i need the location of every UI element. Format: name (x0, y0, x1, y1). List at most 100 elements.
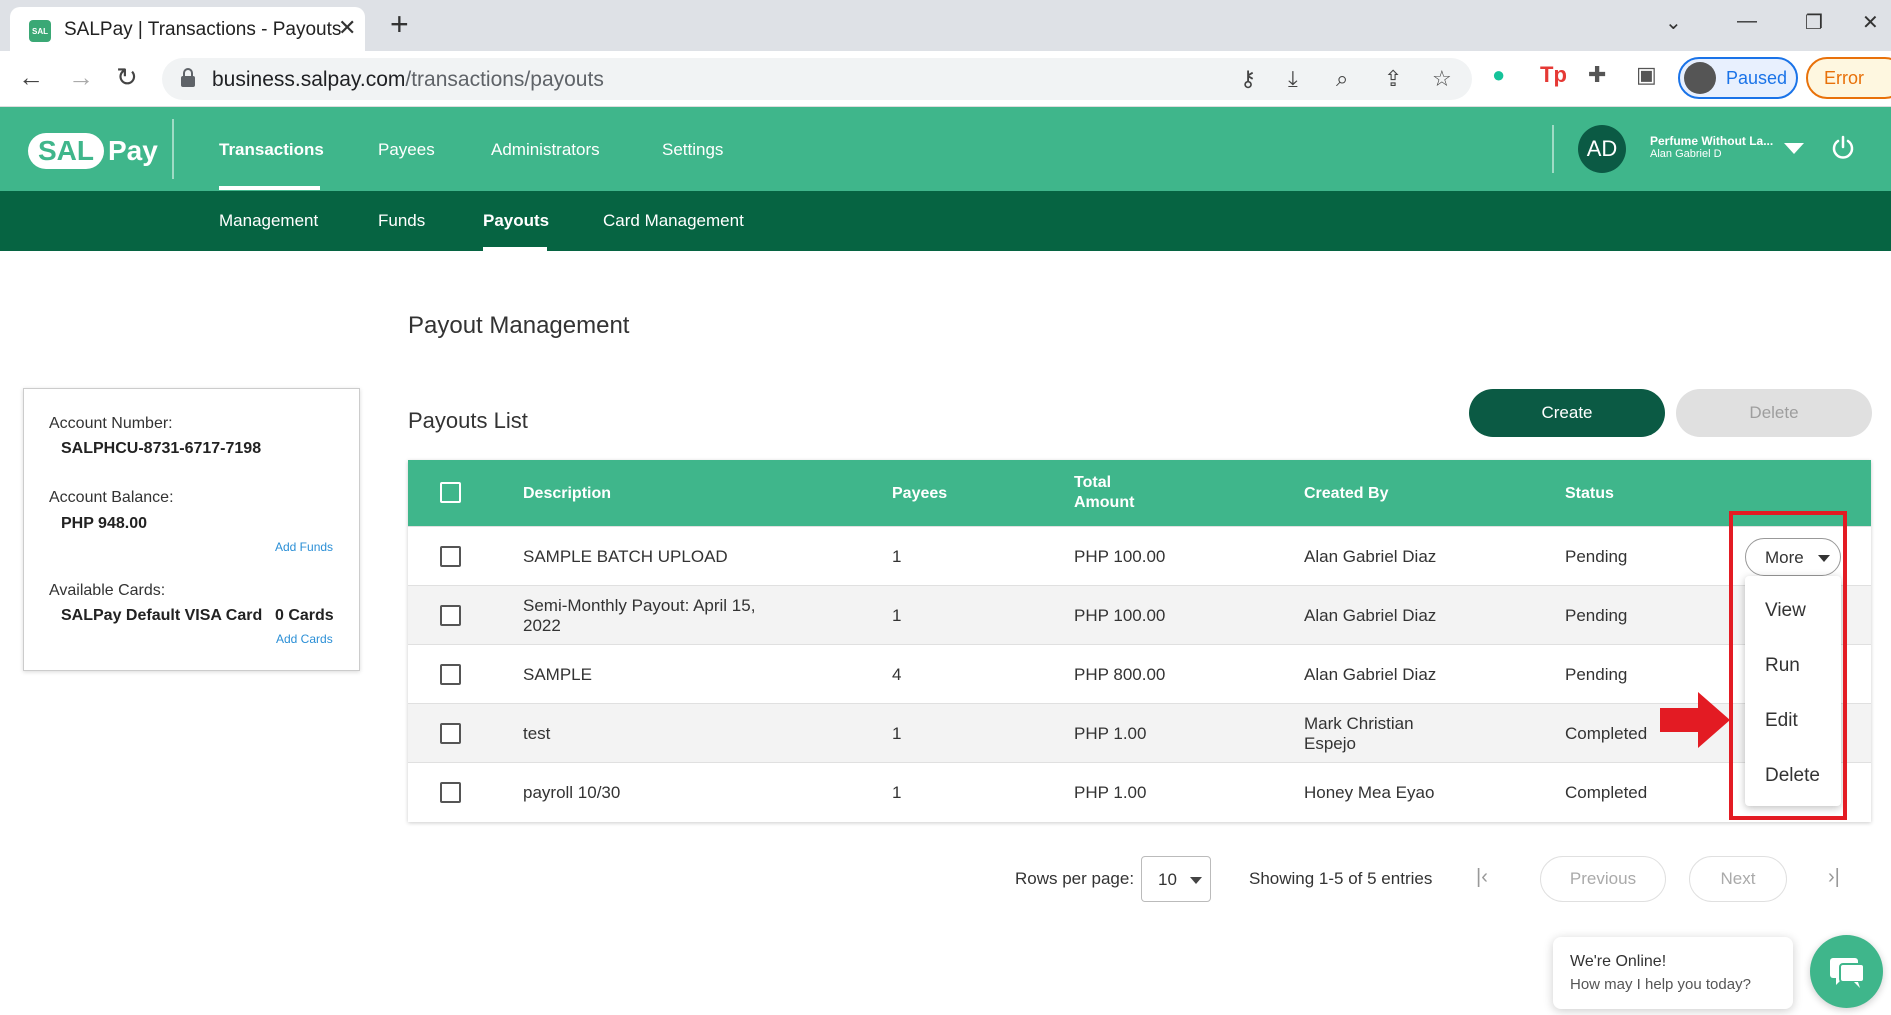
browser-tab[interactable]: SAL SALPay | Transactions - Payouts ✕ (10, 7, 365, 51)
row-checkbox[interactable] (440, 782, 461, 803)
grammarly-icon[interactable]: ● (1492, 62, 1505, 88)
nav-administrators[interactable]: Administrators (491, 140, 600, 160)
tab-close-icon[interactable]: ✕ (338, 15, 356, 41)
row-payees: 1 (892, 724, 902, 743)
table-row[interactable]: test 1 PHP 1.00 Mark Christian Espejo Co… (408, 703, 1871, 762)
row-description: test (523, 724, 551, 743)
forward-icon[interactable]: → (68, 62, 94, 93)
entries-summary: Showing 1-5 of 5 entries (1249, 869, 1433, 888)
add-funds-link[interactable]: Add Funds (275, 540, 333, 554)
side-panel-icon[interactable]: ▣ (1636, 62, 1657, 88)
rows-per-page-label: Rows per page: (1015, 869, 1135, 888)
row-status: Completed (1565, 724, 1648, 743)
card-count: 0 Cards (275, 607, 334, 624)
subnav-funds[interactable]: Funds (378, 211, 425, 231)
user-divider (1552, 125, 1554, 173)
row-description-line1: Semi-Monthly Payout: April 15, (523, 596, 756, 615)
page-title: Payout Management (408, 312, 630, 339)
user-org-name: Perfume Without La... (1650, 134, 1774, 148)
available-cards-label: Available Cards: (49, 582, 166, 599)
bookmark-star-icon[interactable]: ☆ (1432, 66, 1452, 92)
salpay-logo[interactable]: SAL Pay (28, 129, 158, 173)
subnav-payouts[interactable]: Payouts (483, 211, 549, 231)
sub-nav-bar: Management Funds Payouts Card Management (0, 191, 1891, 251)
add-cards-link[interactable]: Add Cards (276, 632, 333, 646)
tab-search-chevron-icon[interactable]: ⌄ (1665, 10, 1682, 35)
row-created-by: Alan Gabriel Diaz (1304, 665, 1437, 684)
row-created-by: Mark Christian Espejo (1304, 714, 1414, 754)
account-number: SALPHCU-8731-6717-7198 (61, 440, 262, 457)
row-status: Pending (1565, 606, 1628, 625)
profile-button[interactable]: Paused (1678, 57, 1798, 99)
reload-icon[interactable]: ↻ (116, 62, 138, 93)
select-all-checkbox[interactable] (440, 482, 461, 503)
address-bar[interactable]: business.salpay.com/transactions/payouts… (162, 58, 1472, 100)
extensions-puzzle-icon[interactable]: ✚ (1588, 62, 1606, 88)
key-icon[interactable]: ⚷ (1240, 66, 1256, 92)
new-tab-icon[interactable]: + (390, 6, 409, 43)
card-name: SALPay Default VISA Card (61, 607, 263, 624)
subnav-card-management[interactable]: Card Management (603, 211, 744, 231)
app-header: SAL Pay Transactions Payees Administrato… (0, 107, 1891, 191)
power-icon[interactable] (1830, 135, 1856, 161)
table-row[interactable]: payroll 10/30 1 PHP 1.00 Honey Mea Eyao … (408, 762, 1871, 821)
row-description: SAMPLE BATCH UPLOAD (523, 547, 728, 566)
url-text: business.salpay.com/transactions/payouts (212, 68, 604, 91)
chat-icon (1830, 958, 1865, 988)
back-icon[interactable]: ← (18, 62, 44, 93)
rows-per-page-value: 10 (1158, 870, 1177, 889)
annotation-arrow-icon (1660, 692, 1730, 748)
delete-button[interactable]: Delete (1676, 389, 1872, 437)
share-icon[interactable]: ⇪ (1384, 66, 1402, 92)
previous-button[interactable]: Previous (1540, 856, 1666, 902)
profile-status-label: Paused (1726, 68, 1788, 88)
nav-transactions[interactable]: Transactions (219, 140, 324, 160)
error-label: Error (1824, 68, 1864, 88)
next-button[interactable]: Next (1689, 856, 1787, 902)
table-row[interactable]: Semi-Monthly Payout: April 15, 2022 1 PH… (408, 585, 1871, 644)
install-icon[interactable]: ⤓ (1288, 66, 1298, 92)
close-window-icon[interactable]: ✕ (1862, 10, 1879, 35)
logo-pay-text: Pay (108, 135, 158, 166)
table-row[interactable]: SAMPLE 4 PHP 800.00 Alan Gabriel Diaz Pe… (408, 644, 1871, 703)
header-created-by[interactable]: Created By (1304, 484, 1388, 504)
rows-per-page-select[interactable]: 10 (1141, 856, 1211, 902)
zoom-icon[interactable]: ⌕ (1336, 66, 1348, 92)
header-description[interactable]: Description (523, 484, 611, 504)
header-payees[interactable]: Payees (892, 484, 947, 504)
header-total-line1: Total (1074, 474, 1112, 491)
lock-icon (181, 68, 195, 87)
row-amount: PHP 100.00 (1074, 606, 1166, 625)
user-menu-caret-icon[interactable] (1784, 143, 1804, 154)
chat-launcher-button[interactable] (1810, 935, 1883, 1008)
error-button[interactable]: Error (1806, 57, 1891, 99)
last-page-icon[interactable]: ›| (1828, 866, 1840, 889)
row-checkbox[interactable] (440, 605, 461, 626)
active-subnav-indicator (483, 247, 547, 251)
subnav-management[interactable]: Management (219, 211, 318, 231)
row-amount: PHP 1.00 (1074, 783, 1147, 802)
header-total-amount[interactable]: Total Amount (1074, 473, 1134, 513)
row-checkbox[interactable] (440, 664, 461, 685)
tp-extension-icon[interactable]: Tp (1540, 62, 1567, 88)
first-page-icon[interactable]: |‹ (1476, 866, 1488, 889)
row-created-by: Alan Gabriel Diaz (1304, 606, 1437, 625)
create-button[interactable]: Create (1469, 389, 1665, 437)
restore-icon[interactable]: ❐ (1805, 10, 1823, 35)
chat-greeting-bubble[interactable]: We're Online! How may I help you today? (1553, 937, 1793, 1009)
header-status[interactable]: Status (1565, 484, 1614, 504)
table-row[interactable]: SAMPLE BATCH UPLOAD 1 PHP 100.00 Alan Ga… (408, 526, 1871, 585)
row-checkbox[interactable] (440, 723, 461, 744)
user-avatar[interactable]: AD (1578, 125, 1626, 173)
browser-tab-strip: SAL SALPay | Transactions - Payouts ✕ + … (0, 0, 1891, 51)
row-description: Semi-Monthly Payout: April 15, 2022 (523, 596, 755, 636)
header-divider (172, 119, 174, 179)
row-description-line2: 2022 (523, 616, 561, 635)
row-status: Completed (1565, 783, 1648, 802)
row-payees: 1 (892, 547, 902, 566)
row-checkbox[interactable] (440, 546, 461, 567)
nav-payees[interactable]: Payees (378, 140, 435, 160)
nav-settings[interactable]: Settings (662, 140, 723, 160)
row-amount: PHP 1.00 (1074, 724, 1147, 743)
minimize-icon[interactable]: — (1737, 10, 1757, 33)
